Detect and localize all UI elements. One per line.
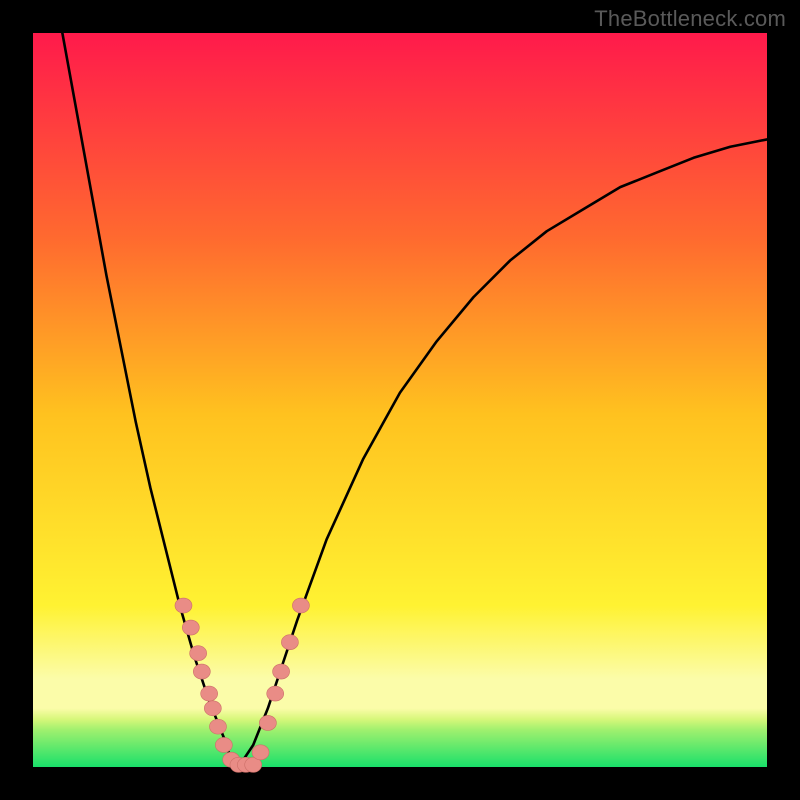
curve-left: [62, 33, 238, 767]
outer-frame: TheBottleneck.com: [0, 0, 800, 800]
marker-point: [292, 598, 309, 613]
marker-point: [204, 701, 221, 716]
marker-point: [273, 664, 290, 679]
curve-right: [239, 139, 767, 767]
marker-point: [190, 646, 207, 661]
marker-point: [175, 598, 192, 613]
marker-point: [215, 737, 232, 752]
chart-svg: [33, 33, 767, 767]
marker-point: [193, 664, 210, 679]
marker-point: [182, 620, 199, 635]
marker-point: [209, 719, 226, 734]
marker-point: [201, 686, 218, 701]
marker-point: [252, 745, 269, 760]
marker-point: [281, 635, 298, 650]
marker-point: [259, 715, 276, 730]
watermark-text: TheBottleneck.com: [594, 6, 786, 32]
marker-point: [267, 686, 284, 701]
